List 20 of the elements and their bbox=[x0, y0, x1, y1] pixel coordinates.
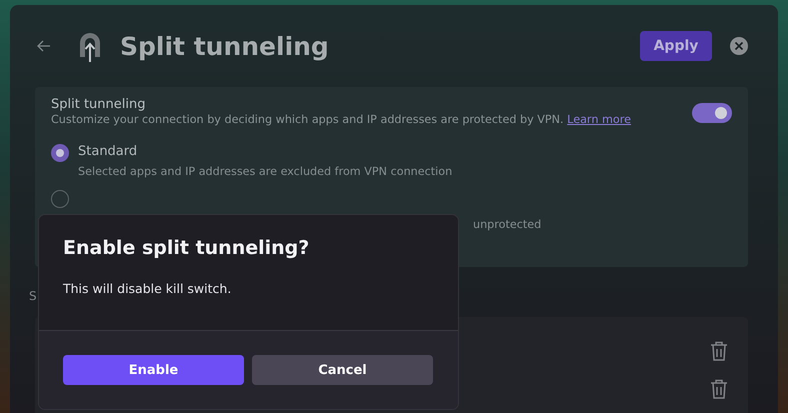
option-description: Selected apps and IP addresses are excluded from VPN connection bbox=[78, 165, 452, 178]
dialog-title: Enable split tunneling? bbox=[63, 237, 310, 259]
radio-button[interactable] bbox=[51, 190, 69, 208]
radio-label: Standard bbox=[78, 144, 138, 159]
section-title: S bbox=[29, 289, 38, 303]
page-title: Split tunneling bbox=[120, 32, 330, 60]
setting-description: Customize your connection by deciding which apps and IP addresses are protected by VPN. Learn more bbox=[51, 113, 631, 126]
learn-more-link[interactable]: Learn more bbox=[567, 113, 631, 126]
back-arrow-icon[interactable] bbox=[37, 39, 51, 53]
setting-title: Split tunneling bbox=[51, 97, 146, 112]
trash-icon[interactable] bbox=[710, 341, 728, 361]
enable-button[interactable]: Enable bbox=[63, 355, 244, 385]
apply-button[interactable]: Apply bbox=[640, 31, 712, 61]
close-icon[interactable] bbox=[730, 37, 748, 55]
toggle-switch[interactable] bbox=[692, 103, 732, 123]
radio-button[interactable] bbox=[51, 144, 69, 162]
cancel-button[interactable]: Cancel bbox=[252, 355, 433, 385]
option-description: unprotected bbox=[473, 218, 542, 231]
dialog-message: This will disable kill switch. bbox=[63, 281, 232, 296]
trash-icon[interactable] bbox=[710, 379, 728, 399]
